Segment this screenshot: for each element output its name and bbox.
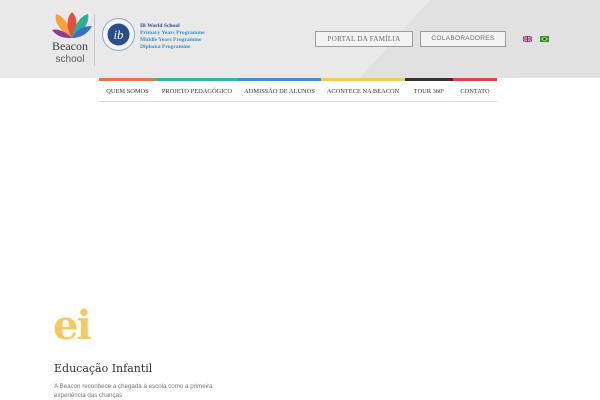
ib-line: Middle Years Programme xyxy=(140,37,202,43)
ib-line: Primary Years Programme xyxy=(140,30,205,36)
colaboradores-button[interactable]: COLABORADORES xyxy=(420,31,506,47)
section-title[interactable]: Educação Infantil xyxy=(54,362,152,375)
nav-item-admissao[interactable]: ADMISSÃO DE ALUNOS xyxy=(238,81,321,101)
nav-item-tour-360[interactable]: TOUR 360º xyxy=(405,81,453,101)
nav-item-acontece[interactable]: ACONTECE NA BEACON xyxy=(321,81,405,101)
brazil-flag-icon[interactable] xyxy=(540,36,549,42)
ib-programmes: IB World School Primary Years Programme … xyxy=(140,23,205,51)
ib-line: IB World School xyxy=(140,23,180,29)
portal-familia-button[interactable]: PORTAL DA FAMÍLIA xyxy=(315,31,413,47)
section-description: A Beacon reconhece a chegada à escola co… xyxy=(54,383,213,399)
ib-world-school-seal-icon: ib xyxy=(102,18,135,51)
ei-badge: ei xyxy=(53,302,92,349)
main-nav: QUEM SOMOS PROJETO PEDAGÓGICO ADMISSÃO D… xyxy=(99,81,497,102)
logo-subtitle: school xyxy=(55,54,85,65)
nav-item-projeto-pedagogico[interactable]: PROJETO PEDAGÓGICO xyxy=(156,81,238,101)
ib-line: Diploma Programme xyxy=(140,44,191,50)
uk-flag-icon[interactable] xyxy=(523,36,532,42)
logo-divider xyxy=(94,14,95,66)
svg-text:ib: ib xyxy=(113,27,124,42)
nav-item-quem-somos[interactable]: QUEM SOMOS xyxy=(99,81,156,101)
logo-wordmark: Beacon xyxy=(52,39,88,53)
nav-item-contato[interactable]: CONTATO xyxy=(453,81,497,101)
